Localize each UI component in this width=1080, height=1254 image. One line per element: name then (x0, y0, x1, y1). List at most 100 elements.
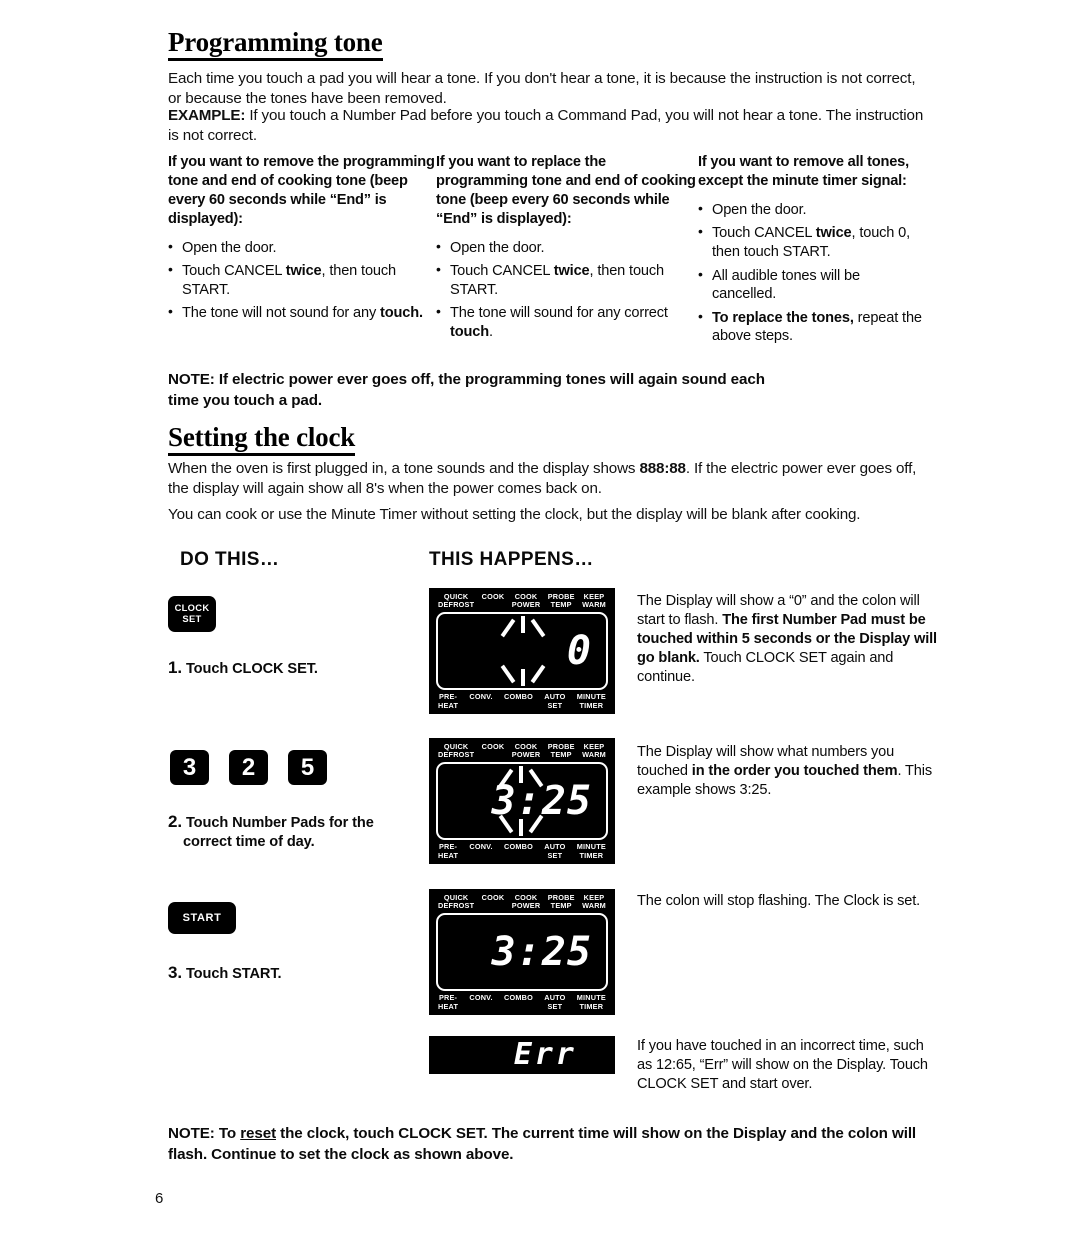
display-label-top: COOK POWER (511, 592, 541, 610)
clock-set-pad[interactable]: CLOCK SET (168, 596, 216, 632)
display-screen: 3:25 (436, 762, 608, 841)
display-bottom-indicators: PRE- HEAT CONV. COMBO AUTO SET MINUTE TIMER (435, 993, 609, 1011)
bullet-item: Open the door. (436, 238, 698, 258)
heading-text: Programming tone (168, 28, 383, 62)
column-title: If you want to remove the programming to… (168, 154, 435, 227)
number-pad-2[interactable]: 2 (229, 750, 268, 785)
pad-label: START (182, 912, 222, 924)
explanation-step-1: The Display will show a “0” and the colo… (637, 593, 937, 685)
oven-display-step-3: QUICK DEFROST COOK COOK POWER PROBE TEMP KEE… (429, 889, 615, 1015)
programming-tone-note: NOTE: If electric power ever goes off, t… (168, 371, 765, 409)
display-label-top: QUICK DEFROST (438, 742, 475, 760)
tone-column-replace: If you want to replace the programming t… (436, 153, 698, 351)
step-1: 1. Touch CLOCK SET. (168, 657, 418, 679)
display-label-top: PROBE TEMP (547, 742, 575, 760)
manual-page: Programming tone Each time you touch a p… (0, 0, 1080, 1254)
programming-tone-paragraph: Each time you touch a pad you will hear … (168, 70, 916, 108)
step-3: 3. Touch START. (168, 962, 418, 984)
this-happens-header: THIS HAPPENS… (429, 549, 594, 570)
step-text-line2: correct time of day. (183, 834, 315, 851)
display-top-indicators: QUICK DEFROST COOK COOK POWER PROBE TEMP KEE… (435, 592, 609, 610)
column-title: If you want to replace the programming t… (436, 154, 696, 227)
display-all-eights: 888:88 (639, 460, 686, 477)
do-this-header: DO THIS… (180, 549, 280, 570)
step-number: 1. (168, 658, 182, 677)
start-pad[interactable]: START (168, 902, 236, 934)
step-text-line1: Touch Number Pads for the (185, 815, 374, 831)
display-label-top: COOK (481, 893, 505, 902)
explanation-step-3: The colon will stop flashing. The Clock … (637, 893, 921, 909)
column-title: If you want to remove all tones, except … (698, 154, 909, 189)
column-bullets: Open the door. Touch CANCEL twice, then t… (436, 238, 698, 342)
display-bottom-indicators: PRE- HEAT CONV. COMBO AUTO SET MINUTE TIMER (435, 692, 609, 710)
bullet-item: To replace the tones, repeat the above s… (698, 308, 928, 346)
tone-options-columns: If you want to remove the programming to… (168, 153, 928, 351)
display-bottom-indicators: PRE- HEAT CONV. COMBO AUTO SET MINUTE TIMER (435, 842, 609, 860)
step-number: 2. (168, 812, 182, 831)
display-screen: 0 (436, 612, 608, 691)
display-label-top: COOK POWER (511, 893, 541, 911)
display-label-bottom: CONV. (469, 842, 493, 852)
setting-clock-paragraph-2: You can cook or use the Minute Timer wit… (168, 506, 861, 523)
bullet-item: Open the door. (168, 238, 436, 258)
example-label: EXAMPLE: (168, 107, 246, 124)
programming-tone-example: EXAMPLE: If you touch a Number Pad befor… (168, 106, 930, 146)
clock-set-line1: CLOCK (174, 602, 210, 614)
display-value: 3:25 (491, 778, 592, 825)
pad-label: 3 (182, 753, 197, 781)
display-label-top: PROBE TEMP (547, 592, 575, 610)
display-label-bottom: PRE- HEAT (438, 993, 459, 1011)
display-value: 3:25 (491, 929, 592, 976)
display-label-top: QUICK DEFROST (438, 592, 475, 610)
display-label-bottom: MINUTE TIMER (576, 842, 606, 860)
display-value: Err (513, 1037, 577, 1072)
page-number: 6 (155, 1190, 164, 1207)
display-label-top: COOK POWER (511, 742, 541, 760)
number-pad-5[interactable]: 5 (288, 750, 327, 785)
bullet-item: Touch CANCEL twice, then touch START. (436, 261, 698, 299)
pad-label: 5 (300, 753, 315, 781)
column-bullets: Open the door. Touch CANCEL twice, then t… (168, 238, 436, 323)
step-text: Touch CLOCK SET. (185, 661, 318, 677)
display-label-top: QUICK DEFROST (438, 893, 475, 911)
number-pad-3[interactable]: 3 (170, 750, 209, 785)
example-text: If you touch a Number Pad before you tou… (168, 107, 924, 145)
clock-set-line2: SET (182, 613, 202, 624)
display-top-indicators: QUICK DEFROST COOK COOK POWER PROBE TEMP KEE… (435, 893, 609, 911)
bullet-item: Open the door. (698, 200, 928, 220)
section-heading-setting-the-clock: Setting the clock (168, 423, 355, 457)
display-screen: 3:25 (436, 913, 608, 992)
display-label-bottom: MINUTE TIMER (576, 993, 606, 1011)
display-label-bottom: COMBO (504, 692, 533, 702)
display-label-bottom: CONV. (469, 692, 493, 702)
display-label-bottom: PRE- HEAT (438, 692, 459, 710)
para1-part-a: When the oven is first plugged in, a ton… (168, 460, 640, 477)
tone-column-remove: If you want to remove the programming to… (168, 153, 436, 351)
display-label-top: KEEP WARM (582, 893, 606, 911)
step-2: 2. Touch Number Pads for the correct tim… (168, 811, 428, 852)
display-label-top: COOK (481, 592, 505, 601)
display-label-bottom: COMBO (504, 842, 533, 852)
bullet-item: The tone will sound for any correct touc… (436, 303, 698, 341)
display-screen: Err (429, 1036, 615, 1074)
bullet-item: All audible tones will be cancelled. (698, 266, 928, 304)
display-label-top: PROBE TEMP (547, 893, 575, 911)
setting-clock-note: NOTE: To reset the clock, touch CLOCK SE… (168, 1125, 917, 1163)
step-text: Touch START. (185, 966, 282, 982)
display-label-bottom: AUTO SET (544, 842, 566, 860)
oven-display-error: Err (429, 1036, 615, 1074)
section-heading-programming-tone: Programming tone (168, 28, 383, 62)
oven-display-step-1: QUICK DEFROST COOK COOK POWER PROBE TEMP KEE… (429, 588, 615, 714)
explanation-error: If you have touched in an incorrect time… (637, 1038, 928, 1092)
display-label-bottom: AUTO SET (544, 692, 566, 710)
display-label-bottom: COMBO (504, 993, 533, 1003)
display-label-top: KEEP WARM (582, 592, 606, 610)
setting-clock-paragraph-1: When the oven is first plugged in, a ton… (168, 459, 936, 499)
display-label-top: KEEP WARM (582, 742, 606, 760)
bullet-item: The tone will not sound for any touch. (168, 303, 436, 323)
oven-display-step-2: QUICK DEFROST COOK COOK POWER PROBE TEMP KEE… (429, 738, 615, 864)
display-label-top: COOK (481, 742, 505, 751)
bullet-item: Touch CANCEL twice, touch 0, then touch … (698, 223, 928, 261)
flashing-colon-rays (500, 616, 546, 687)
display-label-bottom: PRE- HEAT (438, 842, 459, 860)
